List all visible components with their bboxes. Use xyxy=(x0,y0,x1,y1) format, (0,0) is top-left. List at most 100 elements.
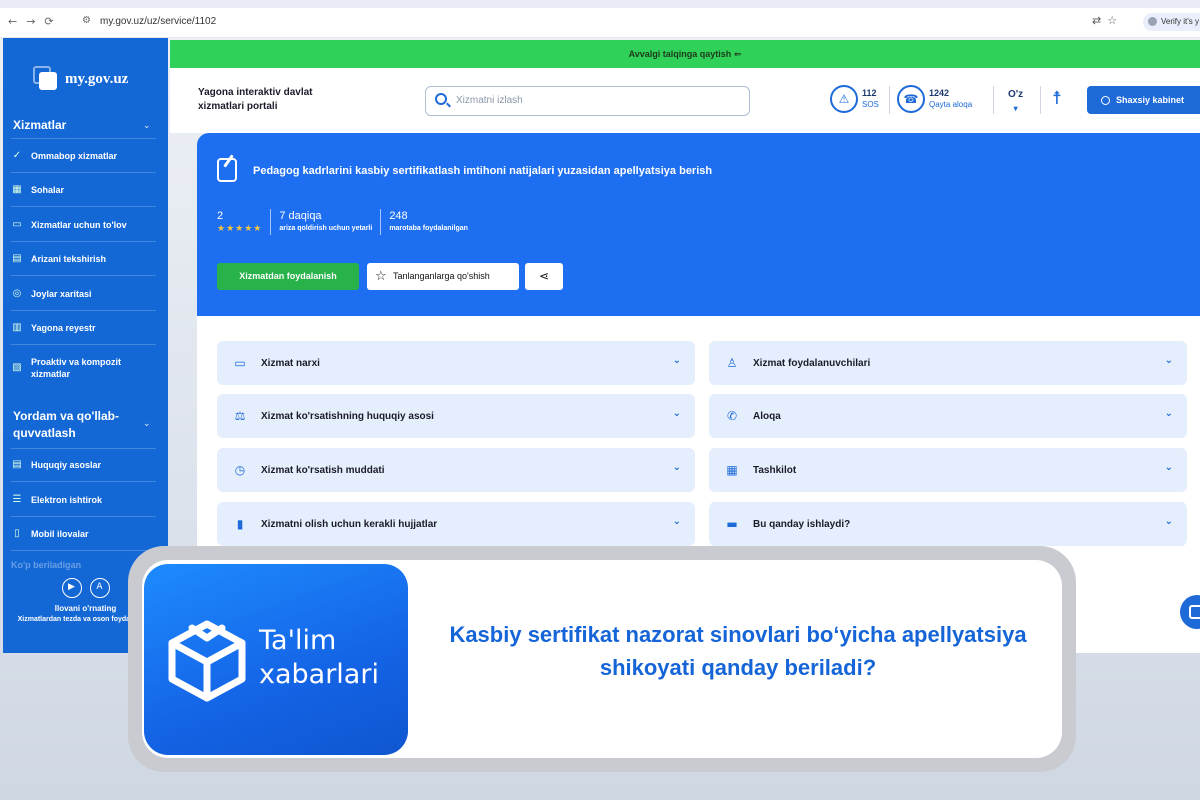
scales-icon: ⚖ xyxy=(234,409,246,423)
chat-icon: ▬ xyxy=(726,517,738,531)
sidebar-divider xyxy=(11,481,156,482)
accordion-item-huquqiy[interactable]: ⚖ Xizmat ko'rsatishning huquqiy asosi ⌄ xyxy=(217,394,695,438)
chevron-down-icon: ⌄ xyxy=(672,408,681,419)
accordion-item-narxi[interactable]: ▭ Xizmat narxi ⌄ xyxy=(217,341,695,385)
document-icon: ▤ xyxy=(12,253,22,264)
caret-down-icon: ▾ xyxy=(1013,104,1018,113)
address-bar[interactable]: my.gov.uz/uz/service/1102 xyxy=(100,16,216,27)
brand-tile: Ta'lim xabarlari xyxy=(144,564,408,755)
register-icon: ▥ xyxy=(12,322,22,333)
proactive-icon: ▧ xyxy=(12,362,22,373)
sidebar-divider xyxy=(11,516,156,517)
translate-icon[interactable]: ⇄☆ xyxy=(1092,14,1123,27)
sidebar-item-proaktiv[interactable]: ▧ Proaktiv va kompozit xizmatlar xyxy=(11,356,156,380)
map-pin-icon: ◎ xyxy=(12,288,22,299)
duration-stat: 7 daqiqa ariza qoldirish uchun yetarli xyxy=(270,209,380,235)
accordion-item-muddati[interactable]: ◷ Xizmat ko'rsatish muddati ⌄ xyxy=(217,448,695,492)
browser-nav-icons[interactable]: ←→⟳ xyxy=(8,15,63,28)
personal-cabinet-button[interactable]: Shaxsiy kabinet xyxy=(1087,86,1200,114)
chevron-down-icon: ⌄ xyxy=(1164,462,1173,473)
star-icon: ☆ xyxy=(375,269,387,284)
app-store-icon[interactable]: A xyxy=(89,578,110,598)
use-service-button[interactable]: Xizmatdan foydalanish xyxy=(217,263,359,290)
wallet-icon: ▭ xyxy=(234,356,246,370)
accordion-item-hujjatlar[interactable]: ▮ Xizmatni olish uchun kerakli hujjatlar ⌄ xyxy=(217,502,695,546)
accordion-item-foydalanuvchilari[interactable]: ♙ Xizmat foydalanuvchilari ⌄ xyxy=(709,341,1187,385)
sidebar-divider xyxy=(11,206,156,207)
sidebar-item-elektron[interactable]: ☰ Elektron ishtirok xyxy=(11,494,156,506)
chevron-down-icon: ⌄ xyxy=(1164,408,1173,419)
header-divider xyxy=(1040,86,1041,114)
google-play-icon[interactable]: ▶ xyxy=(61,578,82,598)
chevron-down-icon[interactable]: ⌄ xyxy=(143,120,151,131)
list-icon: ☰ xyxy=(12,494,22,505)
site-header: Yagona interaktiv davlat xizmatlari port… xyxy=(170,68,1200,133)
rating-stat: 2 ★★★★★ xyxy=(217,210,263,235)
browser-toolbar: ←→⟳ ⚙ my.gov.uz/uz/service/1102 ⇄☆ Verif… xyxy=(0,0,1200,38)
sidebar-item-huquqiy[interactable]: ▤ Huquqiy asoslar xyxy=(11,459,156,471)
sidebar-item-sohalar[interactable]: ▦ Sohalar xyxy=(11,184,156,196)
accordion-item-qanday[interactable]: ▬ Bu qanday ishlaydi? ⌄ xyxy=(709,502,1187,546)
accordion-item-aloqa[interactable]: ✆ Aloqa ⌄ xyxy=(709,394,1187,438)
sidebar-section-title[interactable]: Yordam va qo'llab-quvvatlash xyxy=(13,408,138,442)
chevron-down-icon: ⌄ xyxy=(1164,355,1173,366)
site-logo[interactable]: my.gov.uz xyxy=(33,66,128,92)
accessibility-icon[interactable]: ☨ xyxy=(1052,88,1062,109)
person-icon: ♙ xyxy=(726,356,738,370)
sidebar-item-tolov[interactable]: ▭ Xizmatlar uchun to'lov xyxy=(11,219,156,231)
cube-logo-icon xyxy=(168,620,246,702)
phone-icon: ✆ xyxy=(726,409,738,423)
sidebar-divider xyxy=(11,138,156,139)
site-settings-icon[interactable]: ⚙ xyxy=(82,15,91,26)
grid-icon: ▦ xyxy=(12,184,22,195)
alarm-icon: ⚠ xyxy=(830,85,858,113)
usage-stat: 248 marotaba foydalanilgan xyxy=(380,209,476,235)
card-icon: ▭ xyxy=(12,219,22,230)
rating-stars-icon[interactable]: ★★★★★ xyxy=(217,223,262,235)
header-divider xyxy=(889,86,890,114)
service-title: Pedagog kadrlarini kasbiy sertifikatlash… xyxy=(253,165,713,177)
logo-icon xyxy=(33,66,59,92)
news-banner: Ta'lim xabarlari Kasbiy sertifikat nazor… xyxy=(128,546,1076,772)
verify-button[interactable]: Verify it's y xyxy=(1143,13,1200,31)
sidebar-item-mobil[interactable]: ▯ Mobil ilovalar xyxy=(11,528,156,540)
chevron-down-icon: ⌄ xyxy=(672,462,681,473)
law-icon: ▤ xyxy=(12,459,22,470)
chevron-down-icon: ⌄ xyxy=(672,355,681,366)
callback-button[interactable]: ☎ 1242 Qayta aloqa xyxy=(897,85,972,113)
search-input[interactable]: Xizmatni izlash xyxy=(425,86,750,116)
user-icon xyxy=(1101,96,1110,106)
news-headline: Kasbiy sertifikat nazorat sinovlari boʻy… xyxy=(449,622,1027,680)
chevron-down-icon: ⌄ xyxy=(672,516,681,527)
file-icon: ▮ xyxy=(236,517,244,531)
sidebar-item-reyestr[interactable]: ▥ Yagona reyestr xyxy=(11,322,156,334)
edit-document-icon xyxy=(217,158,237,182)
building-icon: ▦ xyxy=(726,463,738,477)
sidebar-divider xyxy=(11,448,156,449)
sidebar-divider xyxy=(11,550,156,551)
search-icon xyxy=(435,93,447,105)
check-circle-icon: ✓ xyxy=(12,150,22,161)
share-icon: ⋖ xyxy=(538,269,550,283)
sidebar-divider xyxy=(11,344,156,345)
language-selector[interactable]: O'z ▾ xyxy=(1008,88,1023,116)
logo-text: my.gov.uz xyxy=(65,70,129,87)
service-hero: Pedagog kadrlarini kasbiy sertifikatlash… xyxy=(197,133,1200,316)
sidebar-item-joylar[interactable]: ◎ Joylar xaritasi xyxy=(11,288,156,300)
add-to-favorites-button[interactable]: ☆ Tanlanganlarga qo'shish xyxy=(367,263,519,290)
old-version-link[interactable]: Avvalgi talqinga qaytish ⇐ xyxy=(170,40,1200,68)
tab-strip xyxy=(0,0,1200,8)
chevron-down-icon[interactable]: ⌄ xyxy=(143,418,151,429)
sidebar-item-arizani[interactable]: ▤ Arizani tekshirish xyxy=(11,253,156,265)
sidebar-divider xyxy=(11,172,156,173)
sidebar-divider xyxy=(11,310,156,311)
sidebar-divider xyxy=(11,241,156,242)
phone-icon: ☎ xyxy=(897,85,925,113)
back-arrow-icon: ⇐ xyxy=(733,50,742,60)
sidebar-section-title[interactable]: Xizmatlar xyxy=(13,117,66,134)
portal-title: Yagona interaktiv davlat xizmatlari port… xyxy=(198,87,313,112)
accordion-item-tashkilot[interactable]: ▦ Tashkilot ⌄ xyxy=(709,448,1187,492)
sidebar-item-ommabop[interactable]: ✓ Ommabop xizmatlar xyxy=(11,150,156,162)
share-button[interactable]: ⋖ xyxy=(525,263,563,290)
sos-button[interactable]: ⚠ 112 SOS xyxy=(830,85,879,113)
